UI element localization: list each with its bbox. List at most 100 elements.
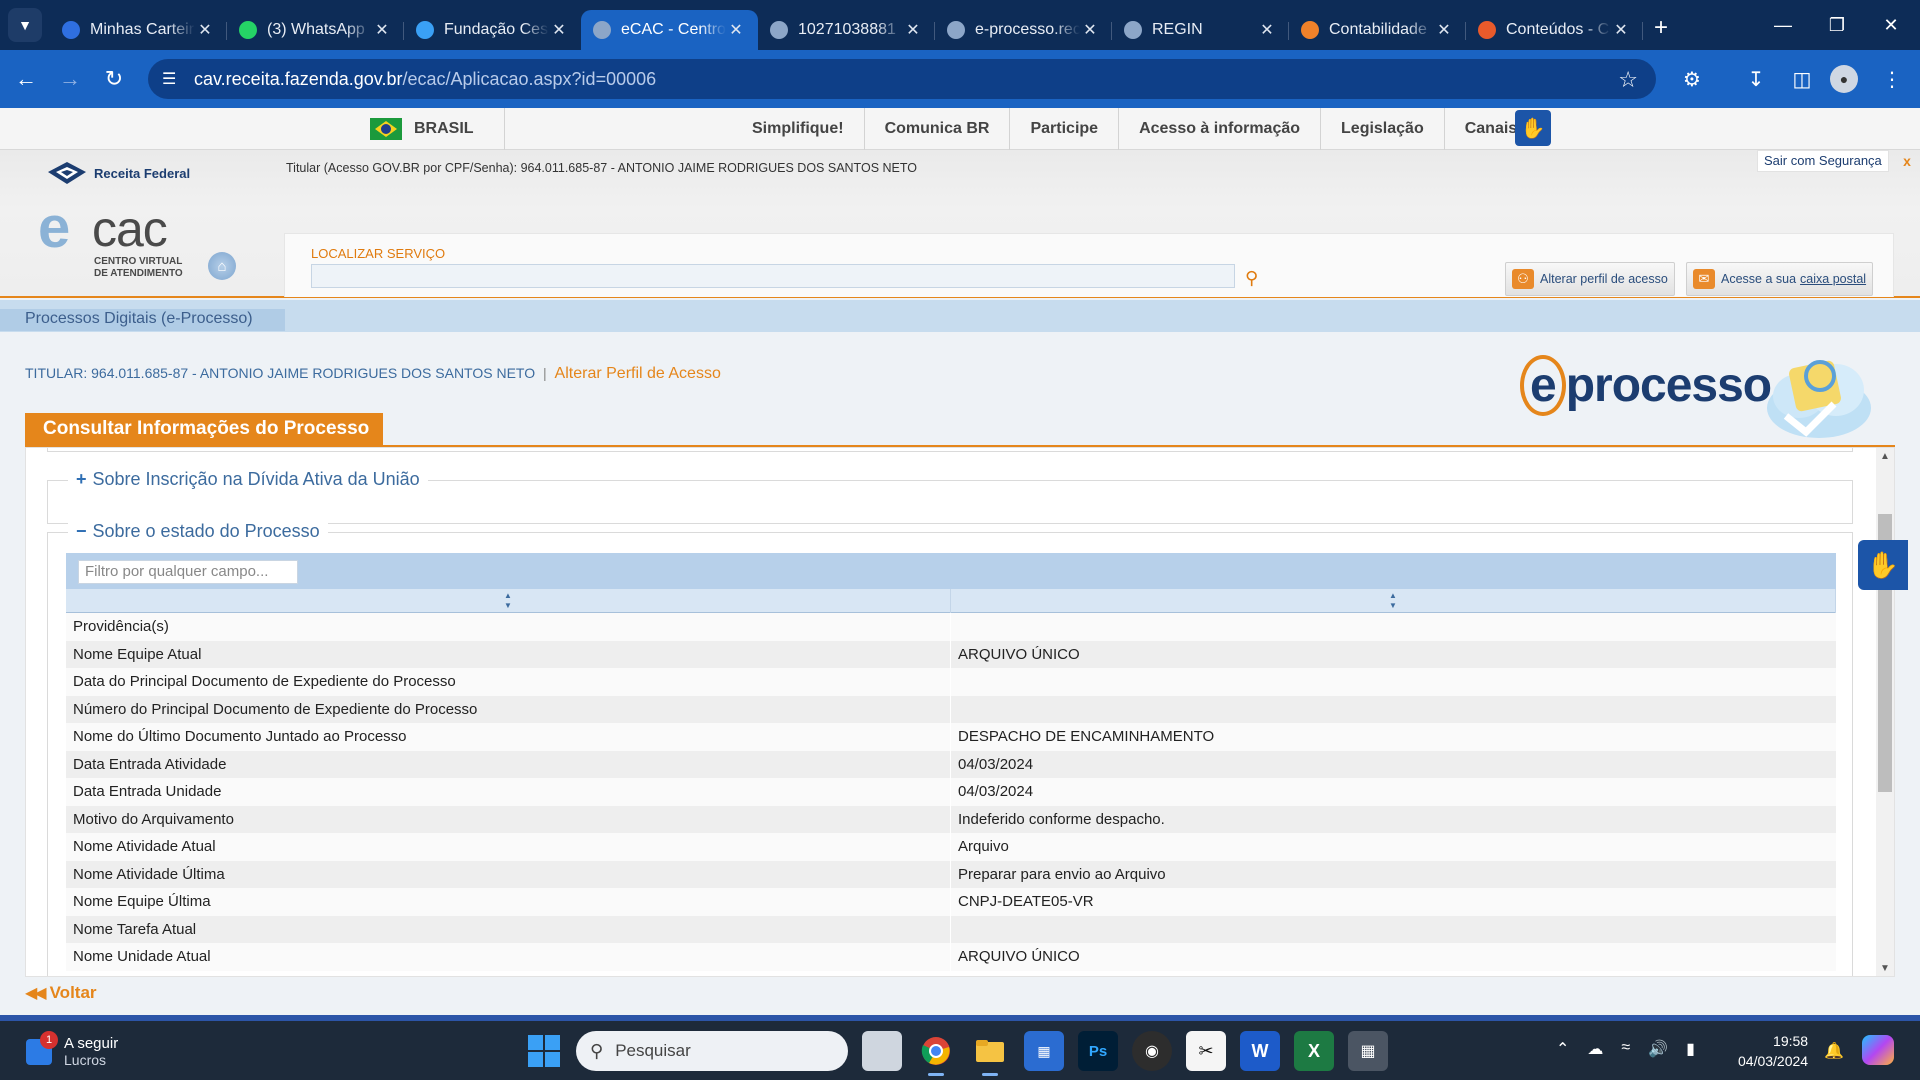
table-filter-input[interactable]: Filtro por qualquer campo...	[78, 560, 298, 584]
govbr-link-simplifique[interactable]: Simplifique!	[732, 108, 865, 150]
alterar-perfil-link[interactable]: Alterar Perfil de Acesso	[555, 365, 721, 382]
search-icon[interactable]: ⚲	[1245, 268, 1267, 290]
restore-window-button[interactable]: ❐	[1810, 0, 1864, 50]
cloud-icon[interactable]: ☁	[1587, 1039, 1603, 1059]
close-tab-icon[interactable]: ✕	[1257, 20, 1277, 40]
service-search-input[interactable]	[311, 264, 1235, 288]
widget-badge: 1	[40, 1030, 58, 1049]
photoshop-icon[interactable]: Ps	[1078, 1031, 1118, 1071]
logout-close-icon[interactable]: x	[1898, 152, 1916, 170]
taskbar-search[interactable]: ⚲ Pesquisar	[576, 1031, 848, 1071]
notification-bell-icon[interactable]: 🔔	[1824, 1041, 1844, 1061]
sort-column-2-icon[interactable]: ▲ ▼	[951, 589, 1836, 613]
clock-date: 04/03/2024	[1738, 1053, 1809, 1069]
g-icon	[1301, 21, 1319, 39]
tab-search-button[interactable]: ▼	[8, 8, 42, 42]
new-tab-button[interactable]: +	[1643, 10, 1679, 46]
calculator-icon[interactable]: ▦	[1348, 1031, 1388, 1071]
close-tab-icon[interactable]: ✕	[549, 20, 569, 40]
chrome-icon[interactable]	[916, 1031, 956, 1076]
close-tab-icon[interactable]: ✕	[726, 20, 746, 40]
browser-tab[interactable]: Fundação Cesgranrio✕	[404, 10, 581, 50]
widgets-button[interactable]: 1 A seguir Lucros	[26, 1030, 118, 1068]
file-explorer-icon[interactable]	[970, 1031, 1010, 1076]
caixa-postal-button[interactable]: ✉ Acesse a sua caixa postal	[1686, 262, 1874, 296]
eprocesso-cloud-icon	[1767, 360, 1871, 438]
forward-button[interactable]: →	[52, 61, 88, 97]
browser-tab[interactable]: Minhas Carteiras✕	[50, 10, 227, 50]
row-value: 04/03/2024	[958, 783, 1034, 800]
site-info-icon[interactable]: ☰	[162, 69, 182, 89]
side-panel-icon[interactable]: ◫	[1786, 63, 1818, 95]
govbr-link-legislacao[interactable]: Legislação	[1321, 108, 1445, 150]
search-icon: ⚲	[590, 1040, 604, 1061]
alterar-perfil-button[interactable]: ⚇ Alterar perfil de acesso	[1505, 262, 1675, 296]
govbr-link-acesso[interactable]: Acesso à informação	[1119, 108, 1322, 150]
minimize-window-button[interactable]: —	[1756, 0, 1810, 50]
browser-tab[interactable]: 10271038881 ✕	[758, 10, 935, 50]
browser-tab[interactable]: Conteúdos - Contábeis✕	[1466, 10, 1643, 50]
panel-scrollbar[interactable]: ▲ ▼	[1876, 448, 1894, 976]
home-icon[interactable]: ⌂	[208, 252, 236, 280]
row-label: Data Entrada Atividade	[66, 750, 951, 778]
eprocesso-wordmark: e processo	[1520, 355, 1772, 416]
caixa-postal-link[interactable]: caixa postal	[1800, 272, 1866, 286]
back-button[interactable]: ←	[8, 61, 44, 97]
browser-tab[interactable]: e-processo.receita✕	[935, 10, 1112, 50]
browser-menu-icon[interactable]: ⋮	[1876, 63, 1908, 95]
obs-icon[interactable]: ◉	[1132, 1031, 1172, 1071]
eprocesso-logo-text: processo	[1565, 359, 1772, 412]
browser-tab[interactable]: (3) WhatsApp ✕	[227, 10, 404, 50]
row-label: Nome Tarefa Atual	[66, 915, 951, 943]
fieldset-divida-ativa-toggle[interactable]: + Sobre Inscrição na Dívida Ativa da Uniã…	[68, 469, 428, 490]
fieldset-estado-processo-toggle[interactable]: − Sobre o estado do Processo	[68, 521, 328, 542]
logout-link[interactable]: Sair com Segurança	[1757, 150, 1889, 172]
close-tab-icon[interactable]: ✕	[1080, 20, 1100, 40]
capcut-icon[interactable]: ✂	[1186, 1031, 1226, 1071]
download-icon[interactable]: ↧	[1740, 63, 1772, 95]
wifi-icon[interactable]: ≈	[1621, 1039, 1630, 1059]
copilot-icon[interactable]	[1862, 1035, 1894, 1065]
windows-start-icon[interactable]	[528, 1035, 560, 1067]
browser-tab[interactable]: REGIN ✕	[1112, 10, 1289, 50]
browser-tab[interactable]: Contabilidade ✕	[1289, 10, 1466, 50]
vlibras-hand-icon[interactable]: ✋	[1515, 110, 1551, 146]
sort-column-1-icon[interactable]: ▲ ▼	[66, 589, 951, 613]
brasil-link[interactable]: BRASIL	[370, 118, 474, 140]
scroll-down-icon[interactable]: ▼	[1876, 960, 1894, 976]
receita-federal-logo[interactable]: Receita Federal	[46, 160, 190, 186]
vlibras-side-hand-icon[interactable]: ✋	[1858, 540, 1908, 590]
volume-icon[interactable]: 🔊	[1648, 1039, 1668, 1059]
close-tab-icon[interactable]: ✕	[195, 20, 215, 40]
close-tab-icon[interactable]: ✕	[1434, 20, 1454, 40]
browser-tab[interactable]: eCAC - Centro Virtual✕	[581, 10, 758, 50]
govbr-link-participe[interactable]: Participe	[1010, 108, 1120, 150]
close-tab-icon[interactable]: ✕	[903, 20, 923, 40]
close-tab-icon[interactable]: ✕	[1611, 20, 1631, 40]
breadcrumb[interactable]: Processos Digitais (e-Processo)	[0, 309, 285, 331]
bookmark-star-icon[interactable]: ☆	[1618, 67, 1638, 93]
chevron-up-icon[interactable]: ⌃	[1556, 1039, 1569, 1059]
extensions-icon[interactable]: ⚙	[1676, 63, 1708, 95]
close-window-button[interactable]: ✕	[1864, 0, 1918, 50]
row-value: DESPACHO DE ENCAMINHAMENTO	[958, 728, 1215, 745]
reload-button[interactable]: ↻	[96, 61, 132, 97]
voltar-button[interactable]: ◀◀ Voltar	[25, 983, 97, 1003]
battery-icon[interactable]: ▮	[1686, 1039, 1695, 1059]
task-view-icon[interactable]	[862, 1031, 902, 1071]
table-row: Nome Equipe Última CNPJ-DEATE05-VR	[66, 888, 1836, 916]
arrow-icon	[416, 21, 434, 39]
govbr-link-comunica[interactable]: Comunica BR	[865, 108, 1011, 150]
word-icon[interactable]: W	[1240, 1031, 1280, 1071]
excel-icon[interactable]: X	[1294, 1031, 1334, 1071]
microsoft-store-icon[interactable]: ▦	[1024, 1031, 1064, 1071]
address-bar[interactable]: ☰ cav.receita.fazenda.gov.br/ecac/Aplica…	[148, 59, 1656, 99]
system-tray: ⌃ ☁ ≈ 🔊 ▮	[1556, 1039, 1695, 1059]
profile-avatar[interactable]: ●	[1830, 65, 1858, 93]
brazil-flag-icon	[370, 118, 402, 140]
table-row: Nome Atividade Atual Arquivo	[66, 833, 1836, 861]
scroll-up-icon[interactable]: ▲	[1876, 448, 1894, 466]
close-tab-icon[interactable]: ✕	[372, 20, 392, 40]
ecac-logo[interactable]: e cac CENTRO VIRTUAL DE ATENDIMENTO	[38, 195, 188, 290]
system-clock[interactable]: 19:58 04/03/2024	[1738, 1031, 1808, 1071]
